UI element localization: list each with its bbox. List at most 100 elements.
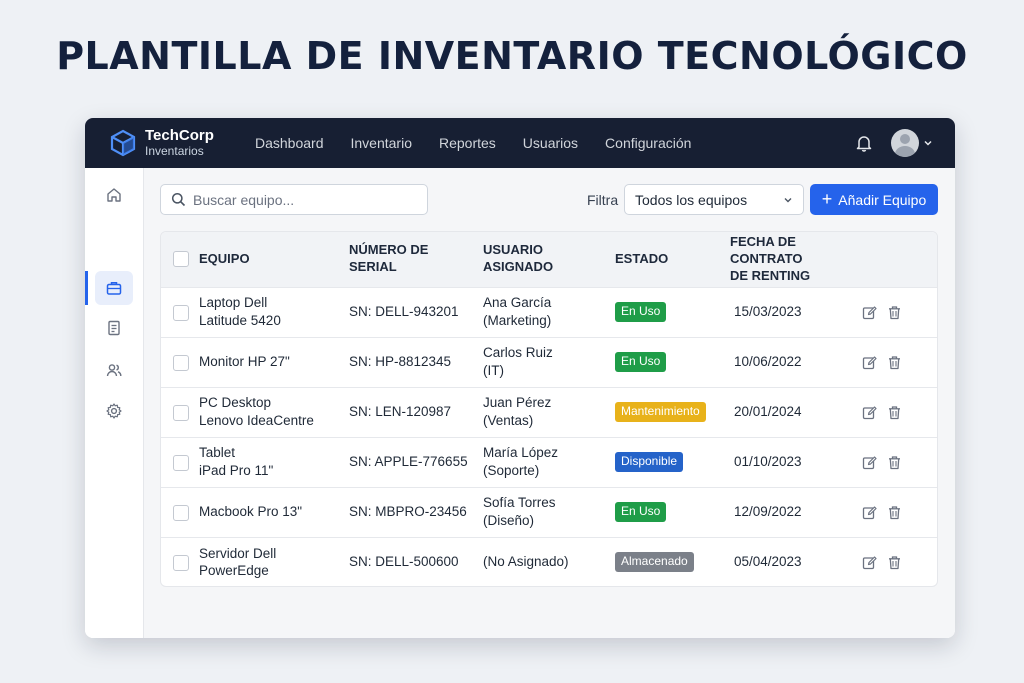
trash-icon[interactable] bbox=[887, 555, 902, 570]
brand-subtitle: Inventarios bbox=[145, 143, 204, 158]
search-input[interactable] bbox=[193, 191, 423, 208]
status-badge: Mantenimiento bbox=[615, 402, 706, 422]
table-row[interactable]: Monitor HP 27" SN: HP-8812345 Carlos Rui… bbox=[161, 337, 937, 387]
sidebar-item-home[interactable] bbox=[95, 178, 133, 212]
trash-icon[interactable] bbox=[887, 405, 902, 420]
header-fecha[interactable]: FECHA DE CONTRATO DE RENTING bbox=[730, 232, 862, 287]
row-checkbox[interactable] bbox=[173, 454, 189, 471]
cube-logo-icon bbox=[110, 129, 136, 157]
brand-name: TechCorp bbox=[145, 127, 214, 145]
equipo-cell: Tablet iPad Pro 11" bbox=[199, 437, 349, 487]
table-row[interactable]: Tablet iPad Pro 11" SN: APPLE-776655 Mar… bbox=[161, 437, 937, 487]
filter-select[interactable]: Todos los equipos bbox=[624, 184, 804, 215]
equipo-name: Macbook Pro 13" bbox=[199, 504, 303, 520]
usuario-cell: (No Asignado) bbox=[483, 537, 615, 586]
usuario-name: Juan Pérez bbox=[483, 395, 552, 411]
briefcase-icon bbox=[106, 282, 122, 295]
nav-usuarios[interactable]: Usuarios bbox=[523, 135, 578, 151]
filter-value: Todos los equipos bbox=[635, 191, 748, 208]
status-badge: En Uso bbox=[615, 502, 667, 522]
trash-icon[interactable] bbox=[887, 305, 902, 320]
equipo-cell: PC Desktop Lenovo IdeaCentre bbox=[199, 387, 349, 437]
search-icon bbox=[171, 192, 186, 207]
usuario-name: (No Asignado) bbox=[483, 554, 569, 570]
sidebar-item-settings[interactable] bbox=[95, 394, 133, 428]
header-usuario[interactable]: USUARIO ASIGNADO bbox=[483, 232, 615, 287]
equipo-model: Lenovo IdeaCentre bbox=[199, 413, 314, 428]
header-serial[interactable]: NÚMERO DE SERIAL bbox=[349, 232, 483, 287]
edit-icon[interactable] bbox=[862, 505, 877, 520]
bell-icon[interactable] bbox=[855, 134, 873, 152]
table-row[interactable]: Laptop Dell Latitude 5420 SN: DELL-94320… bbox=[161, 287, 937, 337]
trash-icon[interactable] bbox=[887, 355, 902, 370]
row-checkbox[interactable] bbox=[173, 404, 189, 421]
header-fecha-line1: FECHA DE CONTRATO bbox=[730, 233, 803, 266]
fecha-cell: 05/04/2023 bbox=[734, 554, 802, 570]
search-box[interactable] bbox=[160, 184, 428, 215]
select-all-checkbox[interactable] bbox=[173, 251, 189, 268]
status-badge: En Uso bbox=[615, 352, 667, 372]
header-usuario-line2: ASIGNADO bbox=[483, 259, 554, 275]
status-badge: En Uso bbox=[615, 302, 667, 322]
trash-icon[interactable] bbox=[887, 455, 902, 470]
users-icon bbox=[106, 364, 122, 377]
usuario-dept: (Soporte) bbox=[483, 463, 540, 478]
usuario-cell: Carlos Ruiz (IT) bbox=[483, 337, 615, 387]
table-row[interactable]: Servidor Dell PowerEdge SN: DELL-500600 … bbox=[161, 537, 937, 586]
main-content: Filtra Todos los equipos + Añadir Equipo… bbox=[144, 168, 955, 638]
chevron-down-icon bbox=[924, 140, 932, 146]
table-header-row: EQUIPO NÚMERO DE SERIAL USUARIO ASIGNADO… bbox=[161, 232, 937, 287]
serial-cell: SN: MBPRO-23456 bbox=[349, 504, 467, 520]
brand[interactable]: TechCorp Inventarios bbox=[109, 128, 255, 158]
equipo-model: PowerEdge bbox=[199, 563, 269, 579]
usuario-cell: Sofía Torres (Diseño) bbox=[483, 487, 615, 537]
nav-configuracion[interactable]: Configuración bbox=[605, 135, 691, 151]
header-serial-line1: NÚMERO DE bbox=[349, 242, 429, 258]
equipo-model: iPad Pro 11" bbox=[199, 463, 274, 478]
add-equipment-button[interactable]: + Añadir Equipo bbox=[810, 184, 938, 215]
edit-icon[interactable] bbox=[862, 405, 877, 420]
sidebar-item-reports[interactable] bbox=[95, 311, 133, 345]
avatar bbox=[891, 129, 919, 157]
table-row[interactable]: Macbook Pro 13" SN: MBPRO-23456 Sofía To… bbox=[161, 487, 937, 537]
equipo-name: Servidor Dell bbox=[199, 545, 277, 561]
edit-icon[interactable] bbox=[862, 355, 877, 370]
inventory-table: EQUIPO NÚMERO DE SERIAL USUARIO ASIGNADO… bbox=[161, 232, 937, 586]
gear-icon bbox=[106, 403, 122, 419]
trash-icon[interactable] bbox=[887, 505, 902, 520]
equipo-name: Monitor HP 27" bbox=[199, 354, 290, 370]
plus-icon: + bbox=[821, 188, 833, 209]
row-checkbox[interactable] bbox=[173, 354, 189, 371]
nav-reportes[interactable]: Reportes bbox=[439, 135, 496, 151]
row-checkbox[interactable] bbox=[173, 504, 189, 521]
table-row[interactable]: PC Desktop Lenovo IdeaCentre SN: LEN-120… bbox=[161, 387, 937, 437]
header-estado[interactable]: ESTADO bbox=[615, 232, 730, 287]
serial-cell: SN: DELL-500600 bbox=[349, 554, 459, 570]
nav-inventario[interactable]: Inventario bbox=[351, 135, 412, 151]
fecha-cell: 20/01/2024 bbox=[734, 404, 802, 420]
edit-icon[interactable] bbox=[862, 455, 877, 470]
row-checkbox[interactable] bbox=[173, 304, 189, 321]
active-indicator bbox=[85, 271, 88, 305]
fecha-cell: 10/06/2022 bbox=[734, 354, 802, 370]
chevron-down-icon bbox=[784, 197, 792, 202]
user-menu[interactable] bbox=[891, 129, 933, 157]
equipo-model: Latitude 5420 bbox=[199, 313, 281, 328]
row-checkbox[interactable] bbox=[173, 554, 189, 571]
edit-icon[interactable] bbox=[862, 555, 877, 570]
serial-cell: SN: DELL-943201 bbox=[349, 304, 459, 320]
usuario-dept: (Ventas) bbox=[483, 413, 534, 428]
header-usuario-line1: USUARIO bbox=[483, 242, 543, 258]
edit-icon[interactable] bbox=[862, 305, 877, 320]
usuario-dept: (Diseño) bbox=[483, 513, 535, 528]
nav-dashboard[interactable]: Dashboard bbox=[255, 135, 324, 151]
inventory-table-card: EQUIPO NÚMERO DE SERIAL USUARIO ASIGNADO… bbox=[160, 231, 938, 587]
sidebar-item-inventory[interactable] bbox=[95, 271, 133, 305]
equipo-cell: Monitor HP 27" bbox=[199, 337, 349, 387]
fecha-cell: 15/03/2023 bbox=[734, 304, 802, 320]
equipo-name: Laptop Dell bbox=[199, 295, 268, 311]
main-nav: Dashboard Inventario Reportes Usuarios C… bbox=[255, 135, 691, 151]
sidebar-item-users[interactable] bbox=[95, 353, 133, 387]
header-equipo[interactable]: EQUIPO bbox=[199, 232, 349, 287]
usuario-cell: María López (Soporte) bbox=[483, 437, 615, 487]
